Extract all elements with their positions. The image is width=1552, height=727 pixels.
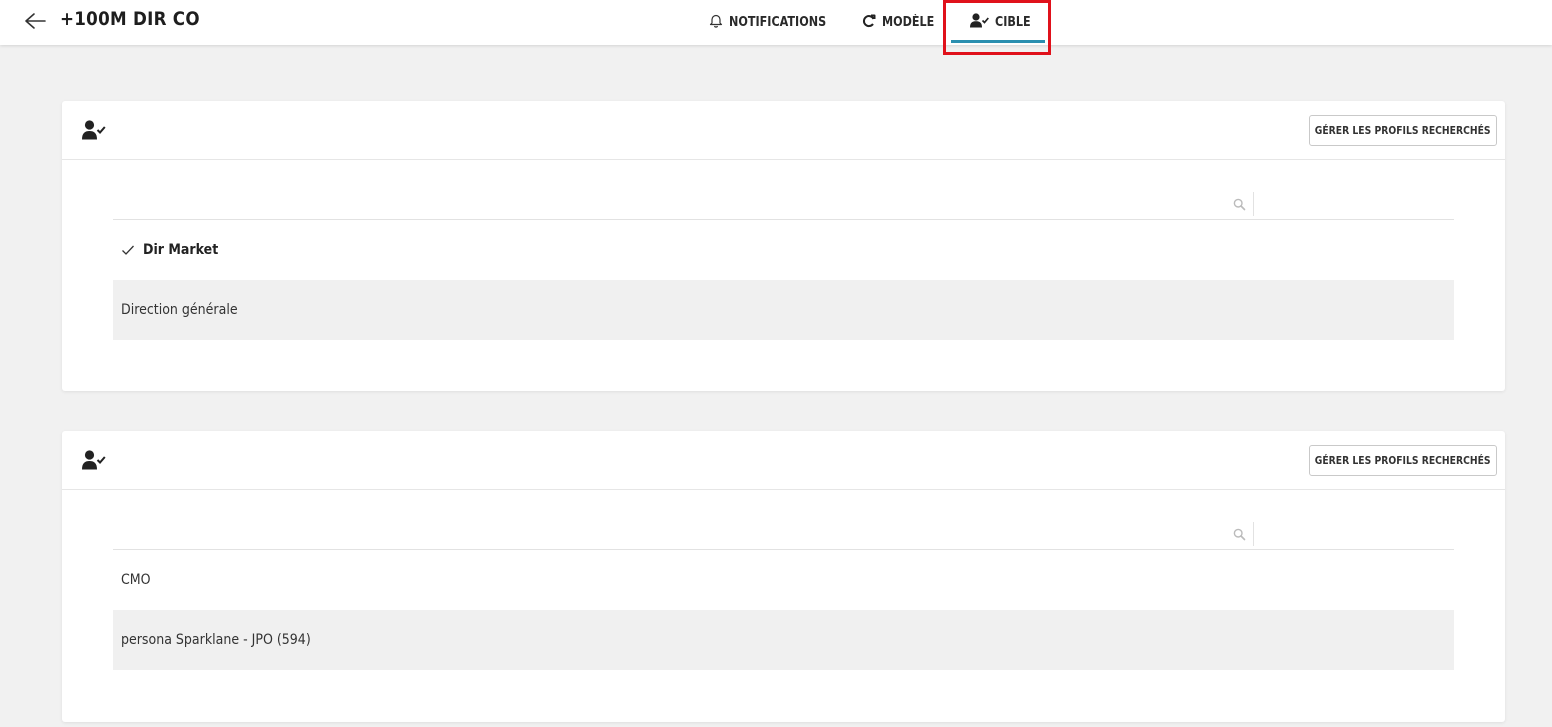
card-header: GÉRER LES PROFILS RECHERCHÉS [62,431,1505,490]
list-item-label: Dir Market [143,242,219,258]
search-icon[interactable] [1233,198,1246,211]
page-title: +100M DIR CO [60,8,200,30]
list-item[interactable]: CMO [113,550,1454,610]
check-icon [121,243,135,257]
search-bar [113,190,1454,220]
tab-notifications-label: NOTIFICATIONS [729,15,827,30]
user-check-icon [970,13,989,32]
search-input[interactable] [113,190,1223,218]
tab-modele[interactable]: MODÈLE [862,0,943,45]
search-divider [1253,522,1254,546]
list-item-label: CMO [121,572,151,588]
tab-modele-label: MODÈLE [882,15,935,30]
user-check-icon [82,450,106,470]
tab-notifications[interactable]: NOTIFICATIONS [709,0,842,45]
search-divider [1253,192,1254,216]
target-card: GÉRER LES PROFILS RECHERCHÉS Dir Market … [62,101,1505,391]
target-card: GÉRER LES PROFILS RECHERCHÉS CMO persona… [62,431,1505,722]
search-icon[interactable] [1233,528,1246,541]
tab-cible[interactable]: CIBLE [970,0,1036,45]
manage-profiles-button[interactable]: GÉRER LES PROFILS RECHERCHÉS [1309,445,1497,476]
tab-cible-label: CIBLE [995,15,1031,30]
manage-profiles-button[interactable]: GÉRER LES PROFILS RECHERCHÉS [1309,115,1497,146]
list-item[interactable]: persona Sparklane - JPO (594) [113,610,1454,670]
card-header: GÉRER LES PROFILS RECHERCHÉS [62,101,1505,160]
back-arrow-icon[interactable] [22,8,48,34]
active-tab-indicator [951,40,1045,43]
list-item[interactable]: Dir Market [113,220,1454,280]
bell-icon [709,13,723,32]
search-bar [113,520,1454,550]
list-item-label: Direction générale [121,302,238,318]
list-item-label: persona Sparklane - JPO (594) [121,632,311,648]
list-item[interactable]: Direction générale [113,280,1454,340]
top-bar: +100M DIR CO NOTIFICATIONS MODÈLE CIBLE [0,0,1552,45]
search-input[interactable] [113,520,1223,548]
user-check-icon [82,120,106,140]
refresh-icon [862,14,876,32]
